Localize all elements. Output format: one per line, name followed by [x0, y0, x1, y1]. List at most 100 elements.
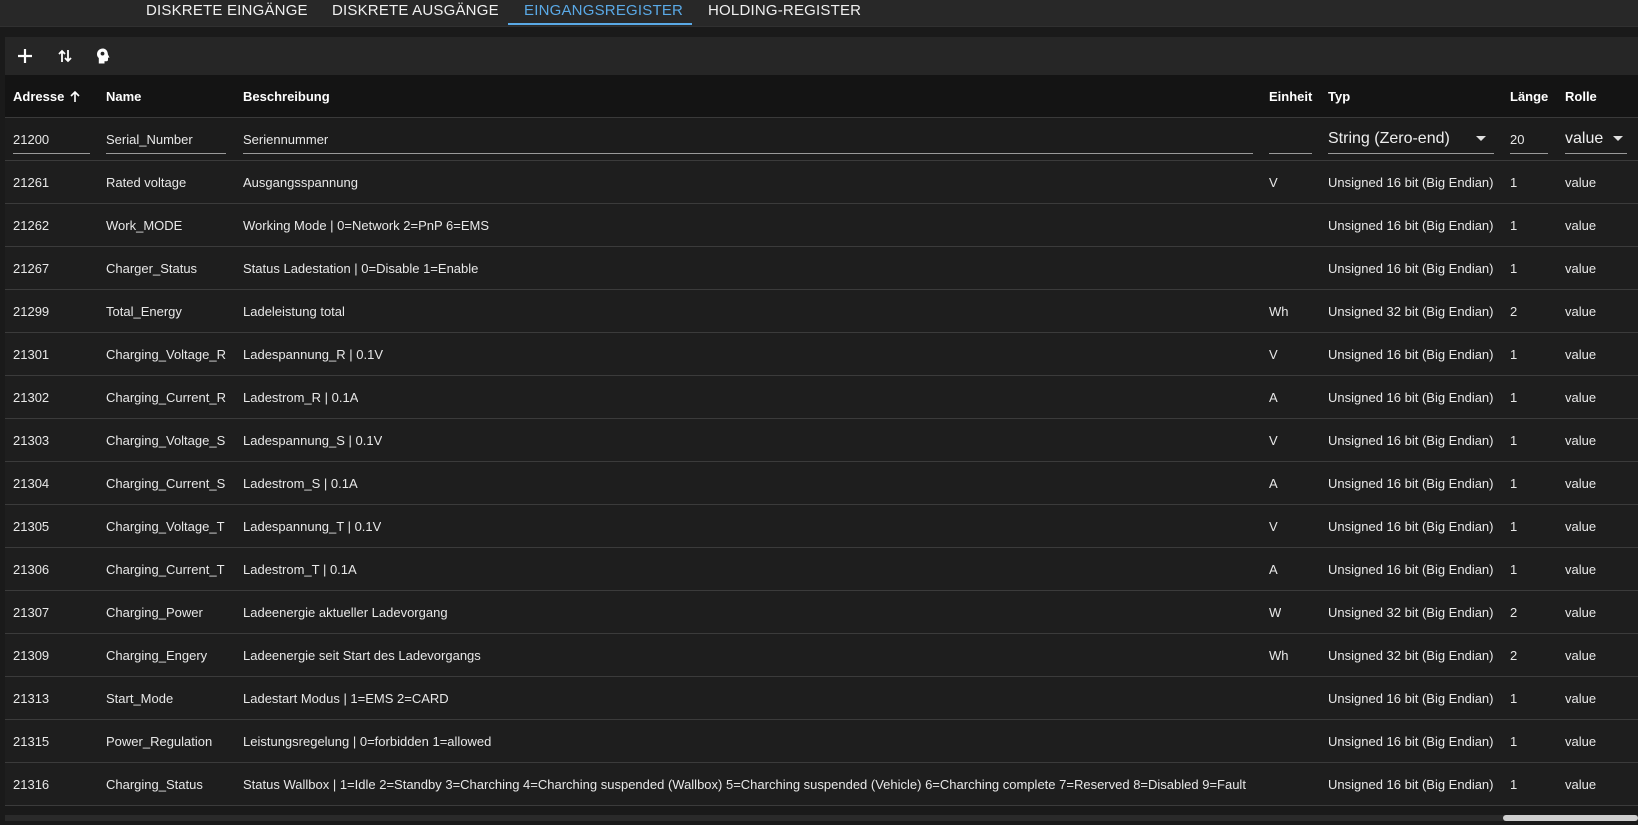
cell-description: Ladespannung_R | 0.1V: [243, 346, 383, 362]
cell-address: 21262: [13, 217, 50, 233]
cell-name: Charging_Voltage_S: [106, 432, 226, 448]
tab-discrete-inputs[interactable]: Diskrete Eingänge: [146, 0, 308, 26]
cell-name: Rated voltage: [106, 174, 187, 190]
cell-name: Charging_Current_S: [106, 475, 226, 491]
table-row[interactable]: 21262 Work_MODE Working Mode | 0=Network 2…: [5, 204, 1638, 247]
import-button[interactable]: [89, 42, 117, 70]
table-row[interactable]: 21299 Total_Energy Ladeleistung total Wh Uns…: [5, 290, 1638, 333]
column-header-address[interactable]: Adresse: [13, 75, 81, 117]
cell-unit: A: [1269, 561, 1278, 577]
address-input[interactable]: 21200: [13, 126, 90, 154]
table-row[interactable]: 21306 Charging_Current_T Ladestrom_T | 0.1…: [5, 548, 1638, 591]
add-button[interactable]: [11, 42, 39, 70]
cell-type: Unsigned 16 bit (Big Endian): [1328, 733, 1494, 749]
cell-address: 21304: [13, 475, 50, 491]
cell-role: value: [1565, 733, 1597, 749]
cell-length: 1: [1510, 776, 1518, 792]
cell-description: Ladestart Modus | 1=EMS 2=CARD: [243, 690, 449, 706]
scrollbar-thumb[interactable]: [1503, 815, 1638, 821]
cell-unit: Wh: [1269, 647, 1289, 663]
cell-length: 1: [1510, 561, 1518, 577]
cell-name: Power_Regulation: [106, 733, 213, 749]
arrow-up-icon: [69, 90, 81, 103]
cell-role: value: [1565, 518, 1597, 534]
table-row[interactable]: 21307 Charging_Power Ladeenergie aktueller…: [5, 591, 1638, 634]
cell-length: 1: [1510, 389, 1518, 405]
cell-role: value: [1565, 389, 1597, 405]
table-row[interactable]: 21301 Charging_Voltage_R Ladespannung_R | …: [5, 333, 1638, 376]
column-header-description[interactable]: Beschreibung: [243, 75, 330, 117]
table-row[interactable]: 21316 Charging_Status Status Wallbox | 1=I…: [5, 763, 1638, 806]
cell-description: Ladestrom_R | 0.1A: [243, 389, 359, 405]
cell-type: Unsigned 16 bit (Big Endian): [1328, 432, 1494, 448]
tab-holding-registers[interactable]: Holding-Register: [708, 0, 861, 26]
cell-description: Ausgangsspannung: [243, 174, 358, 190]
cell-type: Unsigned 16 bit (Big Endian): [1328, 561, 1494, 577]
cell-type: Unsigned 32 bit (Big Endian): [1328, 303, 1494, 319]
cell-role: value: [1565, 690, 1597, 706]
table-body: 21261 Rated voltage Ausgangsspannung V Unsig…: [5, 161, 1638, 806]
cell-length: 1: [1510, 518, 1518, 534]
description-input[interactable]: Seriennummer: [243, 126, 1253, 154]
cell-role: value: [1565, 432, 1597, 448]
sort-button[interactable]: [51, 42, 79, 70]
cell-unit: V: [1269, 174, 1278, 190]
column-header-type[interactable]: Typ: [1328, 75, 1350, 117]
toolbar: [5, 37, 1638, 75]
cell-name: Charging_Current_R: [106, 389, 226, 405]
cell-address: 21299: [13, 303, 50, 319]
cell-type: Unsigned 16 bit (Big Endian): [1328, 475, 1494, 491]
role-select-value: value: [1565, 129, 1604, 147]
unit-input[interactable]: [1269, 126, 1312, 154]
horizontal-scrollbar[interactable]: [5, 815, 1638, 821]
cell-unit: W: [1269, 604, 1282, 620]
type-select[interactable]: String (Zero-end): [1328, 124, 1494, 154]
chevron-down-icon: [1476, 136, 1486, 141]
cell-role: value: [1565, 776, 1597, 792]
table-row[interactable]: 21305 Charging_Voltage_T Ladespannung_T | …: [5, 505, 1638, 548]
head-icon: [97, 48, 110, 64]
cell-address: 21309: [13, 647, 50, 663]
table-row[interactable]: 21303 Charging_Voltage_S Ladespannung_S | …: [5, 419, 1638, 462]
cell-name: Charger_Status: [106, 260, 198, 276]
table-row[interactable]: 21304 Charging_Current_S Ladestrom_S | 0.1…: [5, 462, 1638, 505]
cell-name: Charging_Voltage_R: [106, 346, 226, 362]
cell-length: 1: [1510, 733, 1518, 749]
cell-unit: Wh: [1269, 303, 1289, 319]
chevron-down-icon: [1613, 136, 1623, 141]
cell-length: 1: [1510, 260, 1518, 276]
table-row[interactable]: 21302 Charging_Current_R Ladestrom_R | 0.1…: [5, 376, 1638, 419]
cell-description: Leistungsregelung | 0=forbidden 1=allowe…: [243, 733, 492, 749]
table-row[interactable]: 21261 Rated voltage Ausgangsspannung V Unsig…: [5, 161, 1638, 204]
cell-type: Unsigned 16 bit (Big Endian): [1328, 217, 1494, 233]
cell-name: Total_Energy: [106, 303, 182, 319]
column-header-name[interactable]: Name: [106, 75, 141, 117]
role-select[interactable]: value: [1565, 124, 1627, 154]
cell-type: Unsigned 16 bit (Big Endian): [1328, 389, 1494, 405]
cell-length: 2: [1510, 303, 1518, 319]
plus-icon: [18, 49, 32, 63]
cell-type: Unsigned 32 bit (Big Endian): [1328, 604, 1494, 620]
length-input[interactable]: 20: [1510, 126, 1548, 154]
active-tab-indicator: [508, 23, 692, 25]
table-row[interactable]: 21309 Charging_Engery Ladeenergie seit Sta…: [5, 634, 1638, 677]
cell-length: 2: [1510, 604, 1518, 620]
register-table: Adresse Name Beschreibung Einheit Typ Lä…: [5, 75, 1638, 806]
cell-description: Ladespannung_T | 0.1V: [243, 518, 382, 534]
table-row[interactable]: 21313 Start_Mode Ladestart Modus | 1=EMS 2…: [5, 677, 1638, 720]
column-header-unit[interactable]: Einheit: [1269, 75, 1312, 117]
column-header-role[interactable]: Rolle: [1565, 75, 1597, 117]
column-header-length[interactable]: Länge: [1510, 75, 1548, 117]
table-row-editing: 21200 Serial_Number Seriennummer String …: [5, 118, 1638, 161]
cell-description: Ladespannung_S | 0.1V: [243, 432, 383, 448]
tab-discrete-outputs[interactable]: Diskrete Ausgänge: [332, 0, 499, 26]
table-row[interactable]: 21315 Power_Regulation Leistungsregelung |…: [5, 720, 1638, 763]
cell-role: value: [1565, 174, 1597, 190]
cell-address: 21316: [13, 776, 50, 792]
cell-length: 1: [1510, 690, 1518, 706]
name-input[interactable]: Serial_Number: [106, 126, 226, 154]
table-row[interactable]: 21267 Charger_Status Status Ladestation | …: [5, 247, 1638, 290]
cell-type: Unsigned 16 bit (Big Endian): [1328, 174, 1494, 190]
cell-unit: A: [1269, 389, 1278, 405]
cell-description: Status Ladestation | 0=Disable 1=Enable: [243, 260, 479, 276]
